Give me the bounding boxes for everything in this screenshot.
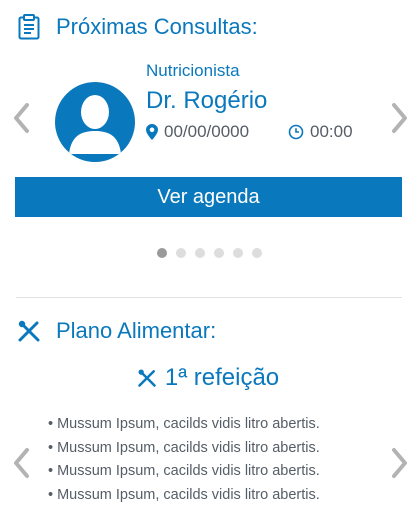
appointments-prev-button[interactable] xyxy=(6,98,36,138)
carousel-pagination xyxy=(157,248,271,258)
meal-heading-text: 1ª refeição xyxy=(164,364,280,391)
pagination-dot[interactable] xyxy=(157,248,167,258)
pagination-dot[interactable] xyxy=(195,248,205,258)
chevron-left-icon xyxy=(14,103,29,133)
appointment-time: 00:00 xyxy=(288,122,353,142)
meal-plan-header: Plano Alimentar: xyxy=(16,318,216,344)
list-item: • Mussum Ipsum, cacilds vidis litro abert… xyxy=(48,463,320,479)
doctor-name: Dr. Rogério xyxy=(146,87,268,114)
user-avatar-icon xyxy=(69,95,121,154)
list-item: • Mussum Ipsum, cacilds vidis litro abert… xyxy=(48,416,320,432)
fork-knife-icon xyxy=(137,368,157,388)
section-divider xyxy=(16,297,402,298)
pagination-dot[interactable] xyxy=(233,248,243,258)
appointments-next-button[interactable] xyxy=(385,98,415,138)
chevron-right-icon xyxy=(392,448,407,478)
meal-plan-title: Plano Alimentar: xyxy=(56,318,217,343)
appointments-title: Próximas Consultas: xyxy=(56,14,258,39)
chevron-left-icon xyxy=(14,448,29,478)
meal-next-button[interactable] xyxy=(385,443,415,483)
meal-prev-button[interactable] xyxy=(6,443,36,483)
view-agenda-button[interactable]: Ver agenda xyxy=(15,177,402,217)
chevron-right-icon xyxy=(392,103,407,133)
list-item: • Mussum Ipsum, cacilds vidis litro abert… xyxy=(48,486,320,503)
fork-knife-icon xyxy=(16,318,42,344)
pagination-dot[interactable] xyxy=(252,248,262,258)
appointment-time-text: 00:00 xyxy=(310,122,353,141)
doctor-specialty: Nutricionista xyxy=(146,61,240,80)
clock-icon xyxy=(288,124,304,140)
meal-item-list: • Mussum Ipsum, cacilds vidis litro abert… xyxy=(48,414,320,508)
appointment-date-text: 00/00/0000 xyxy=(164,122,250,141)
clipboard-icon xyxy=(16,14,42,40)
meal-heading: 1ª refeição xyxy=(0,364,416,392)
map-pin-icon xyxy=(146,124,158,140)
appointments-header: Próximas Consultas: xyxy=(16,14,258,40)
pagination-dot[interactable] xyxy=(176,248,186,258)
pagination-dot[interactable] xyxy=(214,248,224,258)
doctor-avatar xyxy=(55,82,135,162)
list-item: • Mussum Ipsum, cacilds vidis litro abert… xyxy=(48,439,320,456)
appointment-date: 00/00/0000 xyxy=(146,122,249,142)
